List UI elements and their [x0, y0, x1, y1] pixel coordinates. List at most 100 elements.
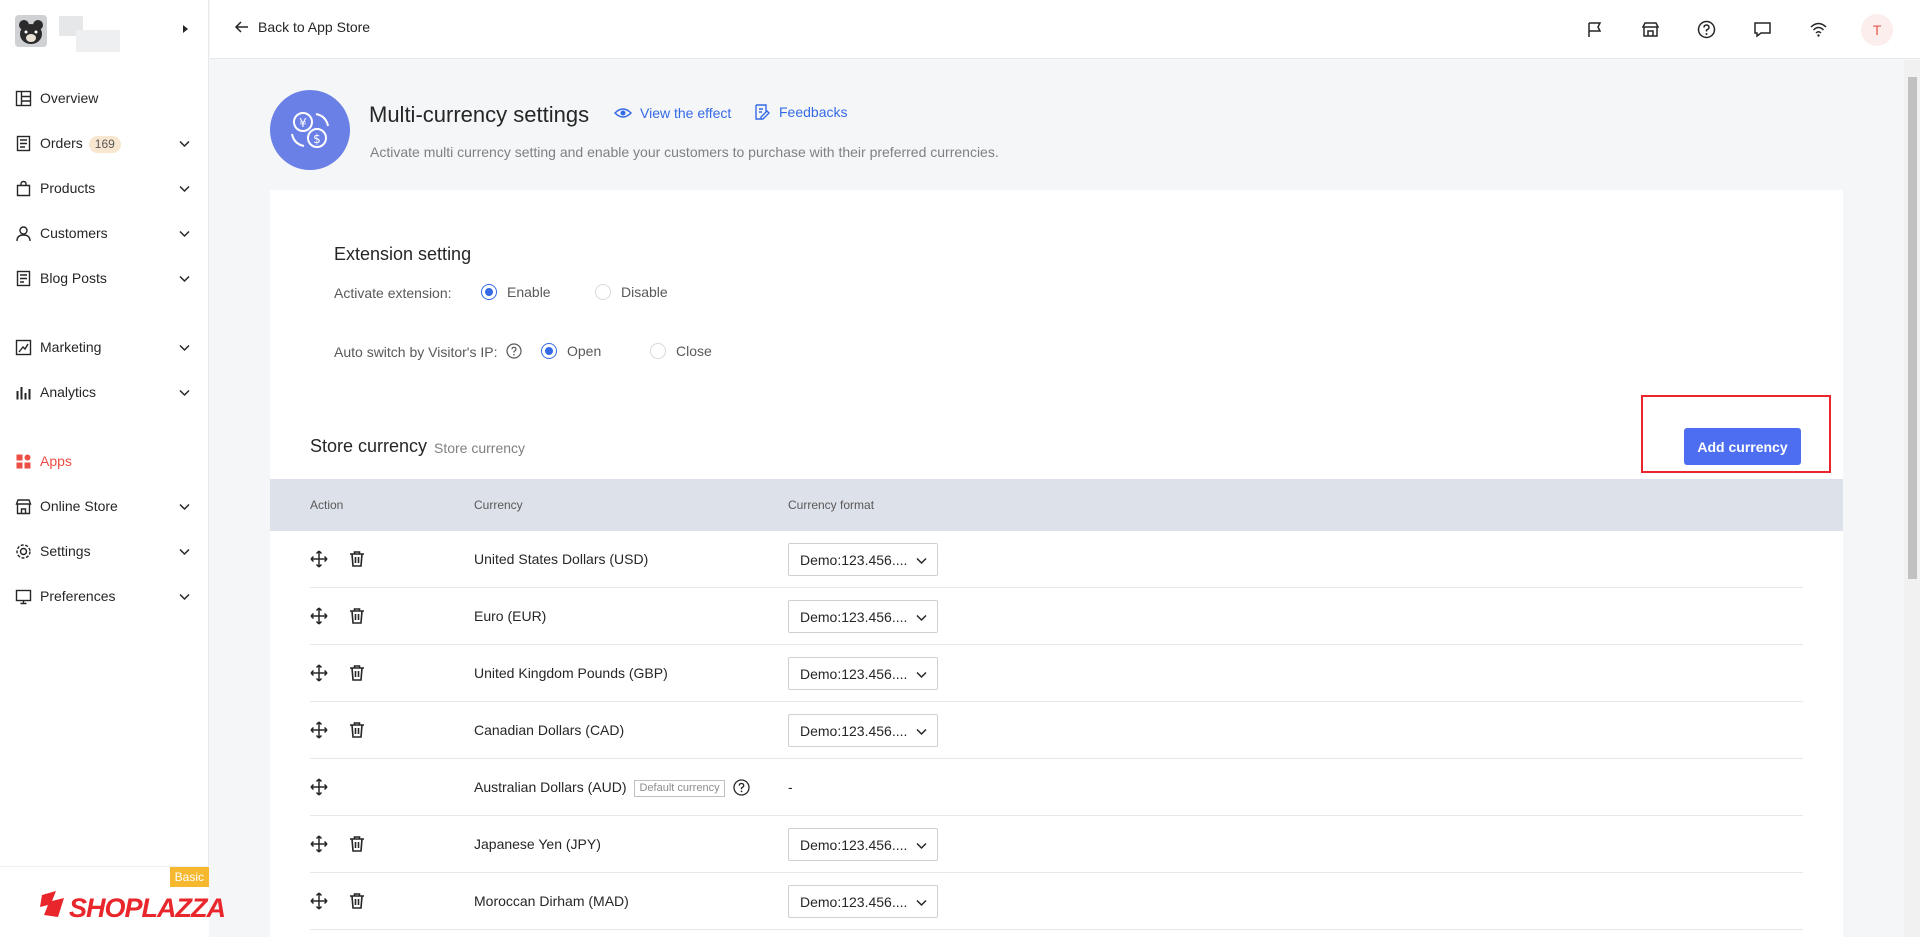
sidebar-item-label: Apps — [40, 453, 72, 469]
chevron-down-icon — [916, 614, 927, 622]
settings-icon — [16, 544, 31, 559]
currency-name: Canadian Dollars (CAD) — [474, 722, 625, 738]
enable-radio[interactable]: Enable — [481, 284, 551, 300]
page-scrollbar[interactable] — [1904, 60, 1920, 937]
back-label: Back to App Store — [258, 19, 371, 35]
preferences-icon — [15, 589, 32, 605]
sidebar-item-marketing[interactable]: Marketing — [0, 329, 209, 365]
overview-icon — [15, 90, 32, 107]
auto-switch-label: Auto switch by Visitor's IP: — [334, 344, 498, 360]
trash-icon[interactable] — [348, 664, 366, 682]
chevron-down-icon — [916, 557, 927, 565]
currency-name: Australian Dollars (AUD) Default currency — [474, 779, 750, 797]
currency-format-select[interactable]: Demo:123.456.... — [788, 885, 938, 918]
table-row: Canadian Dollars (CAD) Demo:123.456.... — [310, 702, 1803, 759]
sidebar-item-apps[interactable]: Apps — [0, 443, 209, 479]
disable-radio[interactable]: Disable — [595, 284, 668, 300]
table-header: Action Currency Currency format — [270, 479, 1843, 531]
question-circle-icon[interactable] — [732, 779, 750, 796]
blog-icon — [16, 270, 31, 287]
default-currency-tag: Default currency — [634, 780, 725, 797]
drag-move-icon[interactable] — [310, 664, 328, 682]
drag-move-icon[interactable] — [310, 778, 328, 796]
sidebar-item-label: Overview — [40, 90, 99, 106]
enable-label: Enable — [507, 284, 551, 300]
chevron-down-icon — [916, 671, 927, 679]
add-currency-button[interactable]: Add currency — [1684, 428, 1801, 465]
sidebar-item-blog-posts[interactable]: Blog Posts — [0, 260, 209, 296]
currency-format-select[interactable]: Demo:123.456.... — [788, 657, 938, 690]
store-switcher[interactable] — [0, 0, 209, 60]
trash-icon[interactable] — [348, 550, 366, 568]
products-icon — [16, 180, 31, 197]
flag-icon[interactable] — [1585, 20, 1604, 39]
chat-icon[interactable] — [1753, 20, 1772, 39]
drag-move-icon[interactable] — [310, 721, 328, 739]
svg-text:¥: ¥ — [299, 116, 307, 130]
chevron-down-icon — [179, 275, 190, 283]
activate-extension-label: Activate extension: — [334, 285, 452, 301]
chevron-down-icon — [179, 503, 190, 511]
sidebar-item-customers[interactable]: Customers — [0, 215, 209, 251]
page-title: Multi-currency settings — [369, 102, 590, 127]
trash-icon[interactable] — [348, 892, 366, 910]
trash-icon[interactable] — [348, 607, 366, 625]
scroll-thumb[interactable] — [1908, 77, 1917, 579]
drag-move-icon[interactable] — [310, 607, 328, 625]
currency-format-select[interactable]: Demo:123.456.... — [788, 543, 938, 576]
plan-badge: Basic — [169, 867, 209, 887]
currency-format-value: Demo:123.456.... — [800, 723, 908, 739]
drag-move-icon[interactable] — [310, 892, 328, 910]
sidebar-item-products[interactable]: Products — [0, 170, 209, 206]
trash-icon[interactable] — [348, 721, 366, 739]
user-avatar[interactable]: T — [1861, 14, 1893, 46]
help-icon[interactable] — [1697, 20, 1716, 39]
sidebar-item-analytics[interactable]: Analytics — [0, 374, 209, 410]
sidebar-item-label: Blog Posts — [40, 270, 107, 286]
currency-format-value: Demo:123.456.... — [800, 894, 908, 910]
column-currency: Currency — [474, 498, 523, 512]
sidebar-item-preferences[interactable]: Preferences — [0, 578, 209, 614]
currency-format-select[interactable]: Demo:123.456.... — [788, 600, 938, 633]
feedback-icon — [755, 104, 770, 120]
drag-move-icon[interactable] — [310, 835, 328, 853]
caret-right-icon[interactable] — [178, 22, 192, 36]
sidebar-item-label: Orders 169 — [40, 135, 121, 153]
currency-format-select[interactable]: Demo:123.456.... — [788, 828, 938, 861]
brand-footer: SHOPLAZZA Basic — [0, 866, 226, 937]
question-circle-icon[interactable] — [506, 343, 522, 359]
wifi-icon[interactable] — [1809, 20, 1828, 39]
chevron-down-icon — [179, 548, 190, 556]
store-icon[interactable] — [1641, 20, 1660, 39]
sidebar-item-overview[interactable]: Overview — [0, 80, 209, 116]
view-effect-link[interactable]: View the effect — [614, 104, 731, 122]
view-effect-label: View the effect — [640, 105, 732, 121]
sidebar-item-settings[interactable]: Settings — [0, 533, 209, 569]
open-radio[interactable]: Open — [541, 343, 601, 359]
table-row: United Kingdom Pounds (GBP) Demo:123.456.… — [310, 645, 1803, 702]
drag-move-icon[interactable] — [310, 550, 328, 568]
chevron-down-icon — [916, 899, 927, 907]
feedbacks-label: Feedbacks — [779, 104, 848, 120]
trash-icon[interactable] — [348, 835, 366, 853]
analytics-icon — [16, 387, 31, 400]
radio-dot — [595, 284, 611, 300]
close-radio[interactable]: Close — [650, 343, 712, 359]
orders-count-badge: 169 — [88, 136, 121, 153]
table-row: Moroccan Dirham (MAD) Demo:123.456.... — [310, 873, 1803, 930]
radio-dot — [650, 343, 666, 359]
svg-text:$: $ — [313, 132, 321, 146]
sidebar-item-orders[interactable]: Orders 169 — [0, 125, 209, 161]
sidebar-item-online-store[interactable]: Online Store — [0, 488, 209, 524]
chevron-down-icon — [179, 185, 190, 193]
table-row: Japanese Yen (JPY) Demo:123.456.... — [310, 816, 1803, 873]
sidebar-item-label: Analytics — [40, 384, 97, 400]
currency-format-value: Demo:123.456.... — [800, 837, 908, 853]
chevron-down-icon — [179, 389, 190, 397]
back-to-app-store-link[interactable]: Back to App Store — [234, 19, 370, 35]
currency-name: Moroccan Dirham (MAD) — [474, 893, 629, 909]
column-currency-format: Currency format — [788, 498, 875, 512]
currency-format-select[interactable]: Demo:123.456.... — [788, 714, 938, 747]
currency-name: United Kingdom Pounds (GBP) — [474, 665, 668, 681]
feedbacks-link[interactable]: Feedbacks — [753, 103, 847, 121]
